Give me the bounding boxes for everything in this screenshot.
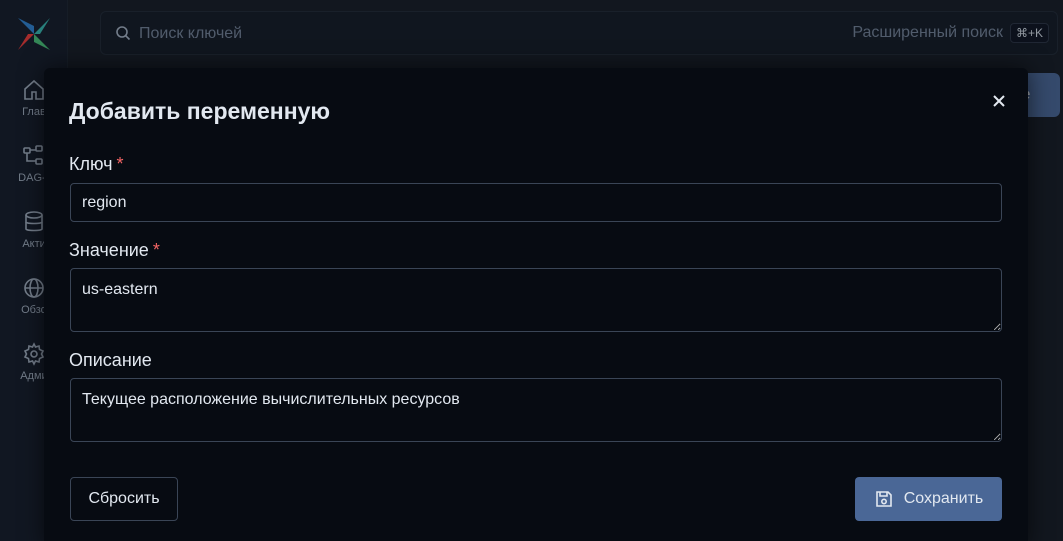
close-icon [993, 95, 1005, 107]
description-label-text: Описание [69, 350, 152, 370]
close-button[interactable] [984, 86, 1014, 116]
key-label-text: Ключ [69, 154, 113, 174]
value-textarea[interactable]: us-eastern [70, 268, 1002, 332]
description-label: Описание [69, 350, 152, 371]
value-label-text: Значение [69, 240, 149, 260]
description-textarea[interactable]: Текущее расположение вычислительных ресу… [70, 378, 1002, 442]
add-variable-dialog: Добавить переменную Ключ* Значение* us-e… [44, 68, 1028, 541]
value-label: Значение * [69, 240, 160, 261]
key-label: Ключ * [69, 154, 124, 175]
save-button-label: Сохранить [903, 490, 984, 507]
required-mark: * [152, 240, 160, 260]
key-input[interactable] [70, 183, 1002, 222]
reset-button[interactable]: Сбросить [70, 477, 178, 521]
required-mark: * [116, 154, 124, 174]
save-button[interactable]: Сохранить [855, 477, 1002, 521]
dialog-title: Добавить переменную [69, 98, 331, 124]
save-icon [875, 491, 892, 507]
app-root: Главн DAG-гр Актив Обзор Админ Поиск клю… [0, 0, 1063, 541]
